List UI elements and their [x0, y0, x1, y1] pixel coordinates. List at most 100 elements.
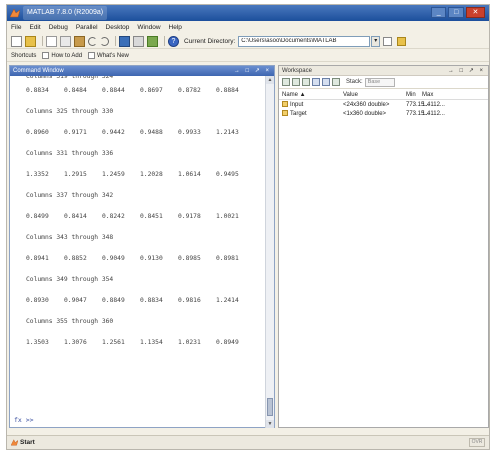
copy-icon[interactable]	[60, 35, 71, 47]
shortcuts-label[interactable]: Shortcuts	[11, 53, 36, 59]
status-bar: Start OVR	[7, 435, 489, 449]
command-output-row: 0.8930 0.9047 0.8849 0.8834 0.9816 1.2414	[26, 296, 262, 306]
current-directory-input[interactable]	[238, 35, 371, 47]
new-variable-icon[interactable]	[282, 78, 290, 86]
menu-help[interactable]: Help	[169, 21, 182, 34]
command-output-value: 1.2143	[216, 129, 239, 136]
shortcut-icon	[88, 52, 96, 59]
title-bar: MATLAB 7.8.0 (R2009a) _ □ ✕	[7, 5, 489, 21]
variable-value: <1x360 double>	[343, 111, 387, 117]
command-window-panel[interactable]: Command Window → □ ↗ × Columns 319 throu…	[9, 65, 275, 428]
command-output-value: 1.3352	[26, 171, 49, 178]
command-output-heading: Columns 343 through 348	[26, 234, 114, 241]
workspace-panel-controls[interactable]: → □ ↗ ×	[448, 66, 485, 76]
command-output-heading: Columns 337 through 342	[26, 192, 114, 199]
how-to-add-link[interactable]: How to Add	[51, 53, 82, 59]
command-output-value: 0.8960	[26, 129, 49, 136]
command-output-value: 0.9488	[140, 129, 163, 136]
redo-icon[interactable]	[100, 36, 109, 46]
scroll-down-button[interactable]: ▼	[266, 420, 274, 428]
command-output-value: 0.9442	[102, 129, 125, 136]
undo-icon[interactable]	[88, 36, 97, 46]
command-output-value: 0.9495	[216, 171, 239, 178]
guide-icon[interactable]	[133, 35, 144, 47]
variable-name-text: Target	[290, 111, 307, 117]
menu-edit[interactable]: Edit	[29, 21, 40, 34]
command-window-header: Command Window → □ ↗ ×	[10, 66, 274, 76]
menu-window[interactable]: Window	[137, 21, 160, 34]
current-directory-dropdown[interactable]: ▾	[371, 35, 381, 47]
whats-new-link[interactable]: What's New	[97, 53, 129, 59]
command-output-heading: Columns 325 through 330	[26, 108, 114, 115]
import-data-icon[interactable]	[302, 78, 310, 86]
command-output-heading: Columns 319 through 324	[26, 76, 114, 80]
command-output-value: 0.8981	[216, 255, 239, 262]
command-output-value: 1.2414	[216, 297, 239, 304]
folder-up-icon[interactable]	[397, 36, 407, 46]
command-output-value: 1.0231	[178, 339, 201, 346]
main-toolbar: ? Current Directory: ▾	[7, 34, 489, 49]
open-selection-icon[interactable]	[292, 78, 300, 86]
shortcut-icon	[42, 52, 50, 59]
command-output-value: 0.8930	[26, 297, 49, 304]
profiler-icon[interactable]	[147, 35, 158, 47]
new-file-icon[interactable]	[11, 35, 22, 47]
column-header-min[interactable]: Min	[406, 90, 416, 100]
command-output-value: 0.9049	[102, 255, 125, 262]
simulink-icon[interactable]	[119, 35, 130, 47]
toolbar-divider	[42, 36, 43, 46]
workspace-title: Workspace	[282, 68, 312, 74]
command-output-value: 1.2915	[64, 171, 87, 178]
command-output-value: 0.8949	[216, 339, 239, 346]
command-output-value: 0.9816	[178, 297, 201, 304]
close-button[interactable]: ✕	[465, 7, 485, 18]
scroll-thumb[interactable]	[267, 398, 273, 416]
open-folder-icon[interactable]	[25, 35, 36, 47]
command-output-row: 0.8960 0.9171 0.9442 0.9488 0.9933 1.2143	[26, 128, 262, 138]
toolbar-divider	[164, 36, 165, 46]
scroll-up-button[interactable]: ▲	[266, 76, 274, 84]
variable-max: 1.4112...	[422, 111, 445, 117]
window-title: MATLAB 7.8.0 (R2009a)	[23, 6, 108, 20]
menu-desktop[interactable]: Desktop	[106, 21, 130, 34]
start-label: Start	[20, 439, 35, 446]
save-workspace-icon[interactable]	[312, 78, 320, 86]
command-output-value: 0.8834	[26, 87, 49, 94]
menu-bar: File Edit Debug Parallel Desktop Window …	[7, 21, 489, 34]
column-header-max[interactable]: Max	[422, 90, 433, 100]
cut-icon[interactable]	[46, 35, 57, 47]
command-output-value: 0.8844	[102, 87, 125, 94]
workspace-variable-row[interactable]: Input <24x360 double> 773.15... 1.4112..…	[279, 101, 488, 110]
command-output-value: 1.2459	[102, 171, 125, 178]
column-header-value[interactable]: Value	[343, 90, 358, 100]
command-window-scrollbar[interactable]: ▲ ▼	[265, 76, 274, 428]
stack-select[interactable]: Base	[364, 77, 395, 87]
command-output-heading: Columns 331 through 336	[26, 150, 114, 157]
plot-selection-icon[interactable]	[332, 78, 340, 86]
workspace-header: Workspace → □ ↗ ×	[279, 66, 488, 76]
stack-label: Stack:	[346, 79, 363, 85]
menu-file[interactable]: File	[11, 21, 21, 34]
command-prompt[interactable]: fx >>	[14, 415, 34, 425]
column-header-name[interactable]: Name ▲	[282, 90, 306, 100]
command-output-value: 1.2561	[102, 339, 125, 346]
command-window-panel-controls[interactable]: → □ ↗ ×	[234, 66, 271, 76]
menu-parallel[interactable]: Parallel	[76, 21, 98, 34]
help-icon[interactable]: ?	[168, 35, 179, 47]
current-directory-label: Current Directory:	[184, 37, 236, 45]
start-button[interactable]: Start	[9, 437, 39, 448]
delete-variable-icon[interactable]	[322, 78, 330, 86]
workspace-variable-row[interactable]: Target <1x360 double> 773.15... 1.4112..…	[279, 110, 488, 119]
workspace-table-header: Name ▲ Value Min Max	[279, 90, 488, 100]
command-output-value: 0.8499	[26, 213, 49, 220]
browse-folder-icon[interactable]	[383, 36, 393, 46]
command-output-heading: Columns 355 through 360	[26, 318, 114, 325]
maximize-button[interactable]: □	[448, 7, 464, 18]
command-window-output[interactable]: Columns 319 through 324 0.8834 0.8484 0.884…	[10, 76, 266, 416]
window-controls: _ □ ✕	[429, 7, 485, 19]
paste-icon[interactable]	[74, 35, 85, 47]
command-output-row: 1.3503 1.3076 1.2561 1.1354 1.0231 0.8949	[26, 338, 262, 348]
minimize-button[interactable]: _	[431, 7, 447, 18]
menu-debug[interactable]: Debug	[49, 21, 68, 34]
variable-name-text: Input	[290, 102, 304, 108]
